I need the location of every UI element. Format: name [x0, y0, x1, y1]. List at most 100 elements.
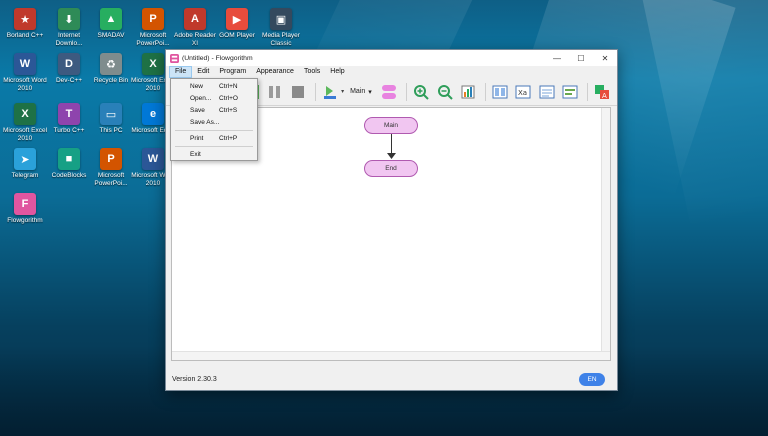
desktop-icon-label: Telegram	[11, 172, 39, 179]
function-select[interactable]: Main ▾	[350, 88, 372, 96]
desktop-icon-codeblocks[interactable]: ■ CodeBlocks	[46, 148, 92, 180]
pause-icon[interactable]	[266, 83, 283, 101]
menu-item-shortcut: Ctrl+S	[219, 107, 238, 114]
menu-item-new[interactable]: New Ctrl+N	[171, 81, 257, 92]
horizontal-scrollbar[interactable]	[172, 351, 610, 360]
menu-tools[interactable]: Tools	[299, 66, 325, 78]
desktop-icon-label: Dev-C++	[55, 77, 82, 84]
desktop-icon-powerpoint[interactable]: P Microsoft PowerPoi...	[130, 8, 176, 48]
desktop-icon-label: Microsoft PowerPoi...	[136, 32, 170, 47]
menu-item-label: Save As...	[190, 119, 220, 126]
close-button[interactable]: ✕	[593, 50, 617, 66]
desktop-icon-devcpp[interactable]: D Dev-C++	[46, 53, 92, 85]
maximize-button[interactable]: ☐	[569, 50, 593, 66]
flowchart-start-node[interactable]: Main	[364, 117, 418, 134]
desktop-icon-label: CodeBlocks	[51, 172, 87, 179]
menu-item-open[interactable]: Open... Ctrl+O	[171, 93, 257, 104]
toolbar-separator	[405, 82, 407, 101]
svg-text:A: A	[602, 92, 607, 100]
language-badge[interactable]: EN	[579, 373, 605, 386]
menu-edit[interactable]: Edit	[192, 66, 214, 78]
desktop-icon-borland[interactable]: ★ Borland C++	[2, 8, 48, 40]
desktop-icon-media-player-classic[interactable]: ▣ Media Player Classic	[258, 8, 304, 48]
turbo-cpp-icon: T	[58, 103, 80, 125]
menu-item-exit[interactable]: Exit	[171, 149, 257, 160]
menu-help[interactable]: Help	[325, 66, 349, 78]
zoom-out-icon[interactable]	[436, 83, 453, 101]
desktop-icon-telegram[interactable]: ➤ Telegram	[2, 148, 48, 180]
word-icon: W	[14, 53, 36, 75]
desktop-icon-smadav[interactable]: ▲ SMADAV	[88, 8, 134, 40]
desktop-icon-turbo-cpp[interactable]: T Turbo C++	[46, 103, 92, 135]
desktop-icon-label: Recycle Bin	[93, 77, 129, 84]
menu-item-save[interactable]: Save Ctrl+S	[171, 105, 257, 116]
zoom-in-icon[interactable]	[413, 83, 430, 101]
add-function-icon[interactable]	[380, 83, 398, 101]
desktop-icon-label: Internet Downlo...	[55, 32, 83, 47]
arrow-down-icon	[387, 153, 396, 159]
desktop-icon-label: Adobe Reader XI	[174, 32, 216, 47]
media-player-icon: ▣	[270, 8, 292, 30]
menu-item-shortcut: Ctrl+N	[219, 83, 238, 90]
status-bar: Version 2.30.3	[166, 368, 617, 390]
desktop-icon-idm[interactable]: ⬇ Internet Downlo...	[46, 8, 92, 48]
menu-file[interactable]: File	[169, 66, 193, 78]
powerpoint-icon: P	[142, 8, 164, 30]
powerpoint-icon: P	[100, 148, 122, 170]
desktop-icon-label: Microsoft Word 2010	[3, 77, 47, 92]
toolbar-separator	[586, 82, 588, 101]
svg-text:Xa: Xa	[518, 89, 527, 97]
devcpp-icon: D	[58, 53, 80, 75]
desktop-icon-flowgorithm[interactable]: F Flowgorithm	[2, 193, 48, 225]
menu-item-print[interactable]: Print Ctrl+P	[171, 133, 257, 144]
desktop-icon-adobe-reader[interactable]: A Adobe Reader XI	[172, 8, 218, 48]
version-label: Version 2.30.3	[172, 375, 217, 383]
layout-windows-icon[interactable]	[492, 83, 509, 101]
chevron-down-icon[interactable]: ▾	[341, 88, 344, 95]
menu-item-shortcut: Ctrl+P	[219, 135, 238, 142]
desktop-icon-this-pc[interactable]: ▭ This PC	[88, 103, 134, 135]
title-bar[interactable]: (Untitled) - Flowgorithm — ☐ ✕	[166, 50, 617, 66]
flowchart-end-node[interactable]: End	[364, 160, 418, 177]
menu-program[interactable]: Program	[214, 66, 251, 78]
desktop-icon-recycle-bin[interactable]: ♻ Recycle Bin	[88, 53, 134, 85]
variable-watch-icon[interactable]: Xa	[515, 83, 532, 101]
download-icon: ⬇	[58, 8, 80, 30]
vertical-scrollbar[interactable]	[601, 108, 610, 360]
desktop-icon-word[interactable]: W Microsoft Word 2010	[2, 53, 48, 93]
menu-item-label: Open...	[190, 95, 212, 102]
desktop-icon-powerpoint-2[interactable]: P Microsoft PowerPoi...	[88, 148, 134, 188]
translate-icon[interactable]: A	[594, 83, 611, 101]
menu-item-save-as[interactable]: Save As...	[171, 117, 257, 128]
computer-icon: ▭	[100, 103, 122, 125]
gom-player-icon: ▶	[226, 8, 248, 30]
word-icon: W	[142, 148, 164, 170]
flowgorithm-icon: F	[14, 193, 36, 215]
chart-view-icon[interactable]	[459, 83, 476, 101]
window-title: (Untitled) - Flowgorithm	[182, 54, 253, 62]
desktop-icon-label: Borland C++	[6, 32, 44, 39]
desktop-icon-excel-2[interactable]: X Microsoft Excel 2010	[2, 103, 48, 143]
menu-bar: File Edit Program Appearance Tools Help	[166, 66, 617, 78]
menu-item-label: New	[190, 83, 204, 90]
desktop-icon-label: GOM Player	[219, 32, 255, 39]
desktop-icon-gom-player[interactable]: ▶ GOM Player	[214, 8, 260, 40]
minimize-button[interactable]: —	[545, 50, 569, 66]
desktop-icon-label: Media Player Classic	[262, 32, 300, 47]
stop-icon[interactable]	[290, 83, 307, 101]
borland-icon: ★	[14, 8, 36, 30]
console-icon[interactable]	[538, 83, 555, 101]
toolbar-separator	[484, 82, 486, 101]
menu-item-label: Exit	[190, 151, 201, 158]
step-run-icon[interactable]	[322, 83, 339, 101]
menu-item-label: Print	[190, 135, 204, 142]
function-select-value: Main	[350, 88, 366, 95]
codeblocks-icon: ■	[58, 148, 80, 170]
recycle-bin-icon: ♻	[100, 53, 122, 75]
toolbar-separator	[314, 82, 316, 101]
menu-separator	[175, 146, 253, 147]
source-code-icon[interactable]	[561, 83, 578, 101]
desktop-icon-label: Turbo C++	[53, 127, 85, 134]
menu-appearance[interactable]: Appearance	[251, 66, 299, 78]
smadav-icon: ▲	[100, 8, 122, 30]
